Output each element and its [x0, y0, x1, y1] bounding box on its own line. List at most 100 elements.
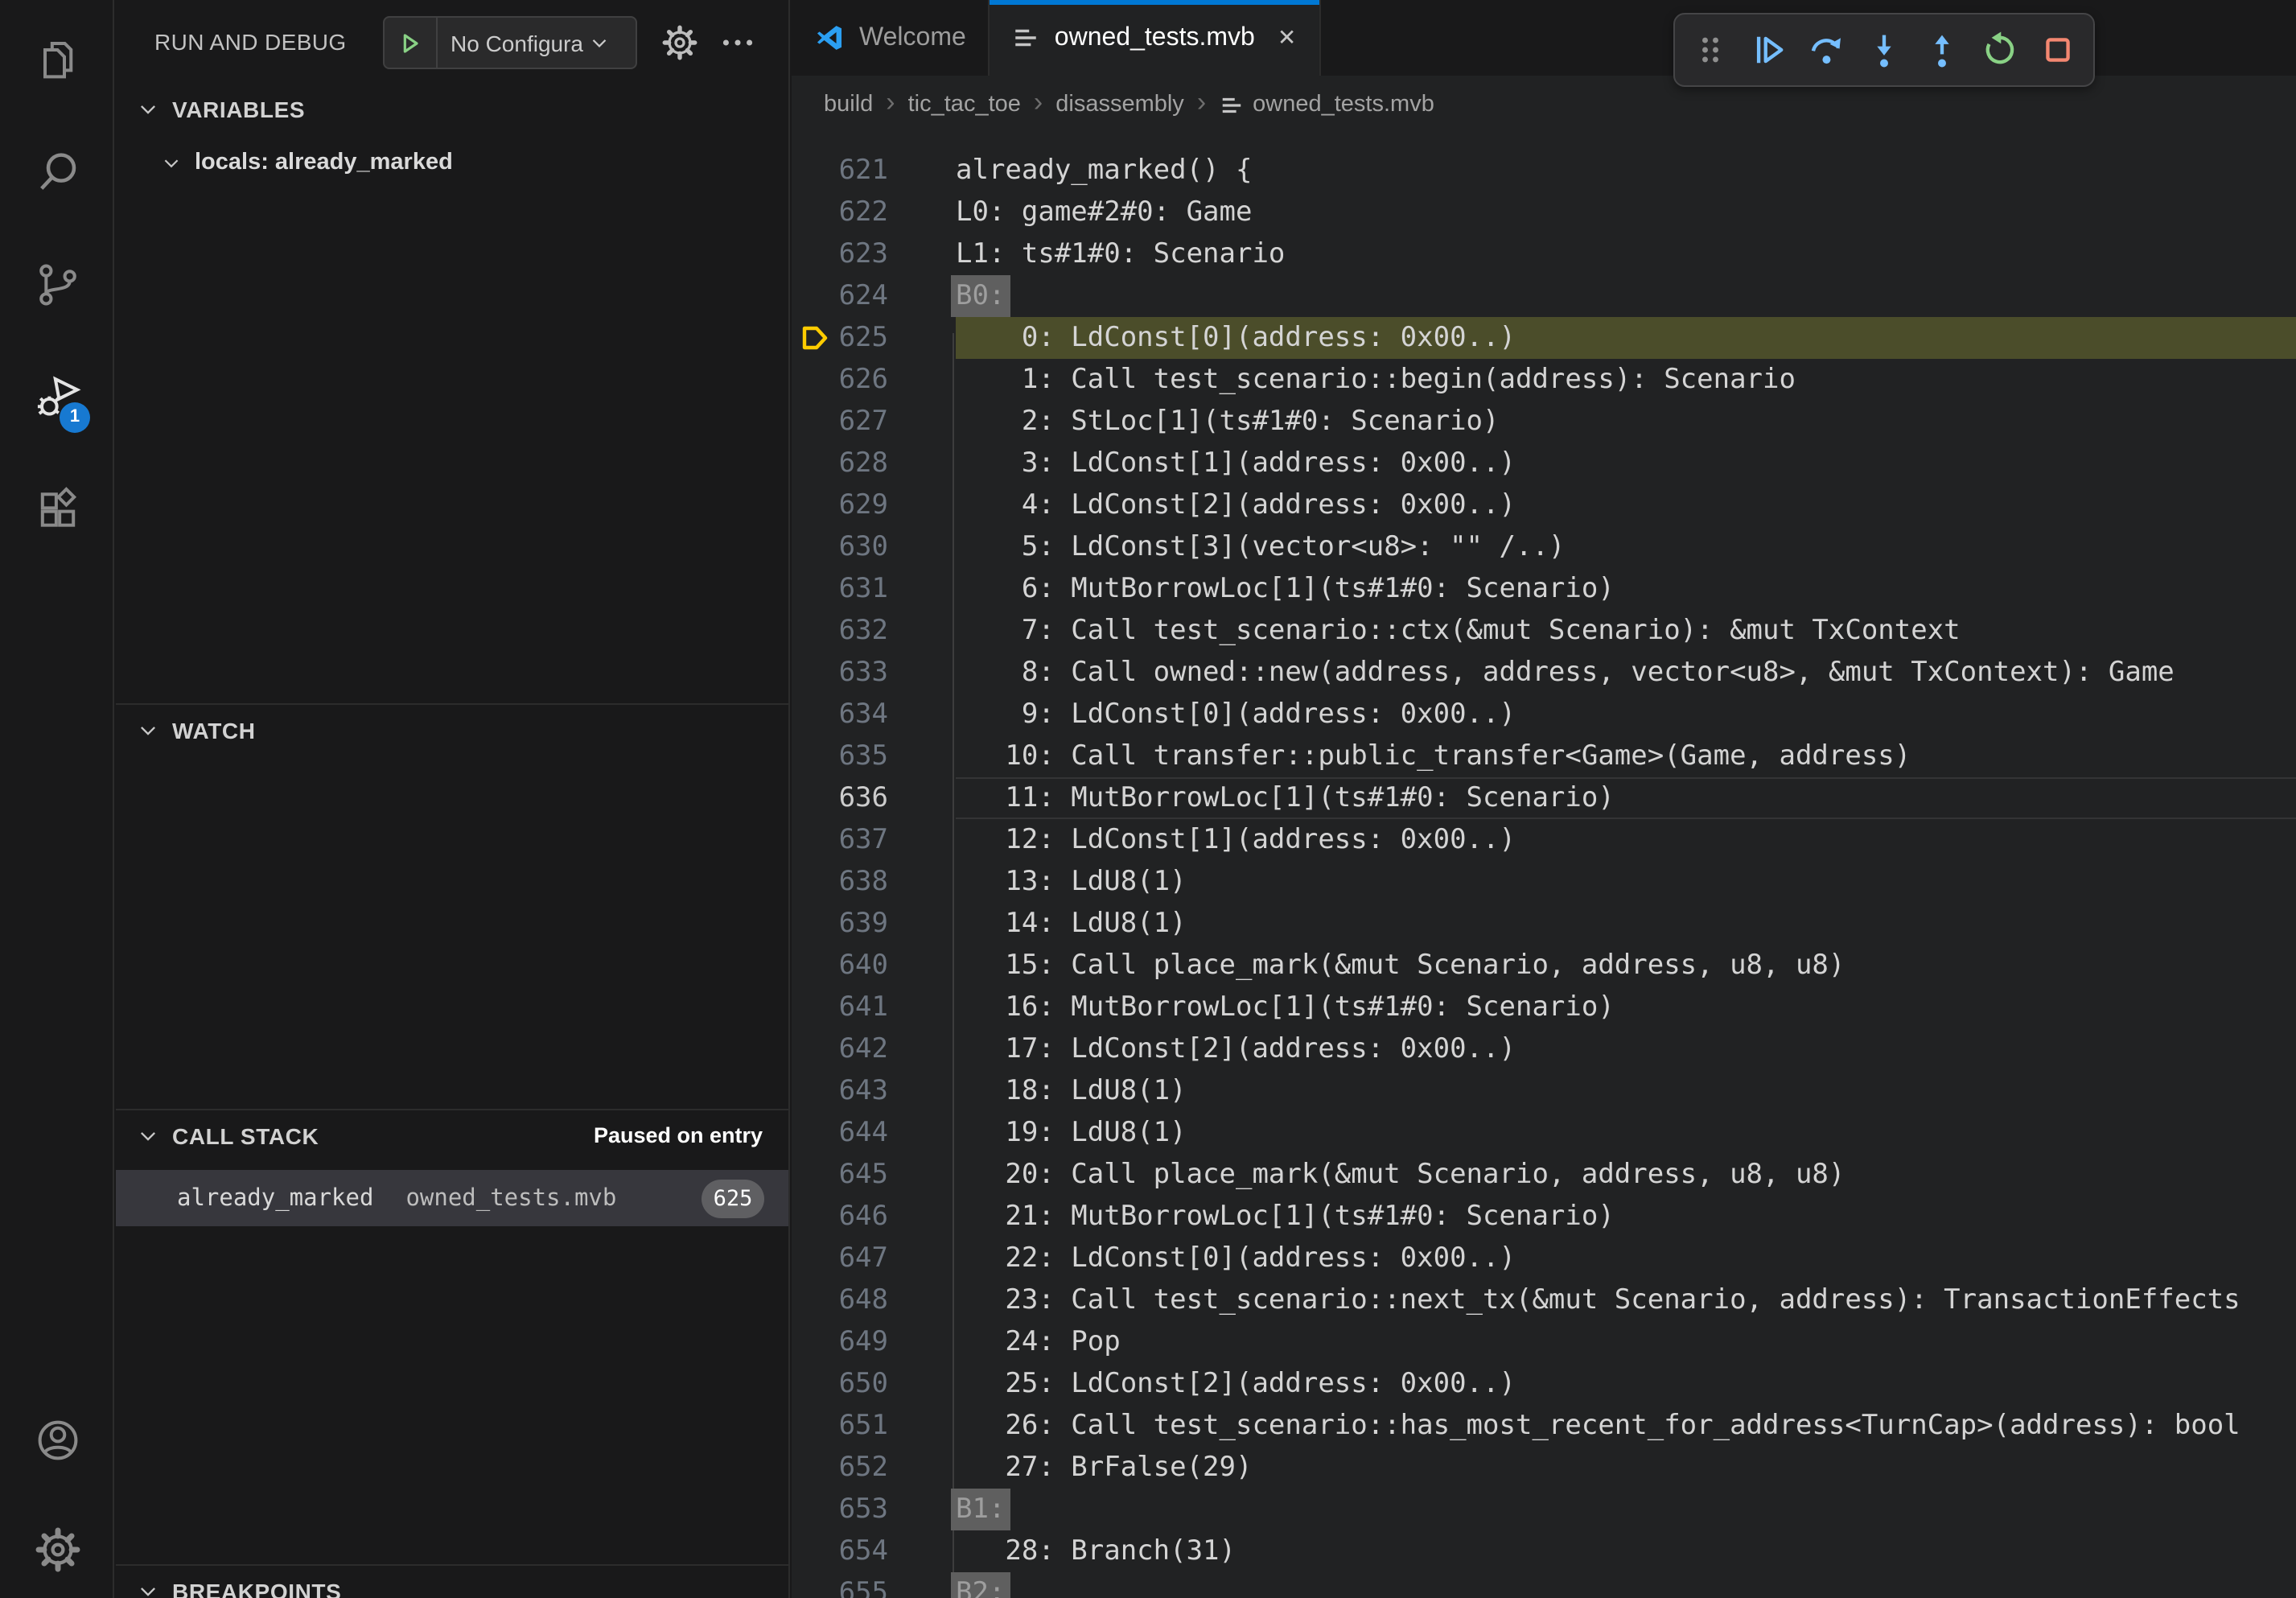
step-into-icon[interactable]: [1863, 29, 1905, 71]
code-line[interactable]: 645 20: Call place_mark(&mut Scenario, a…: [792, 1154, 2296, 1196]
step-out-icon[interactable]: [1921, 29, 1963, 71]
code-gutter[interactable]: 636: [792, 777, 956, 819]
code-line[interactable]: 635 10: Call transfer::public_transfer<G…: [792, 735, 2296, 777]
code-gutter[interactable]: 633: [792, 652, 956, 694]
code-line[interactable]: 626 1: Call test_scenario::begin(address…: [792, 359, 2296, 401]
code-line[interactable]: 638 13: LdU8(1): [792, 861, 2296, 903]
settings-gear-icon[interactable]: [32, 1524, 84, 1575]
code-line[interactable]: 630 5: LdConst[3](vector<u8>: "" /..): [792, 526, 2296, 568]
code-line[interactable]: 641 16: MutBorrowLoc[1](ts#1#0: Scenario…: [792, 986, 2296, 1028]
code-line[interactable]: 655 B2:: [792, 1572, 2296, 1598]
more-actions-icon[interactable]: [718, 23, 758, 63]
code-line[interactable]: 654 28: Branch(31): [792, 1530, 2296, 1572]
code-line[interactable]: 633 8: Call owned::new(address, address,…: [792, 652, 2296, 694]
code-line[interactable]: 627 2: StLoc[1](ts#1#0: Scenario): [792, 401, 2296, 443]
code-gutter[interactable]: 638: [792, 861, 956, 903]
call-stack-frame-row[interactable]: already_marked owned_tests.mvb 625: [116, 1170, 788, 1226]
code-gutter[interactable]: 643: [792, 1070, 956, 1112]
continue-icon[interactable]: [1747, 29, 1789, 71]
code-gutter[interactable]: 627: [792, 401, 956, 443]
code-gutter[interactable]: 623: [792, 233, 956, 275]
stop-icon[interactable]: [2037, 29, 2079, 71]
code-line[interactable]: 642 17: LdConst[2](address: 0x00..): [792, 1028, 2296, 1070]
code-line[interactable]: 631 6: MutBorrowLoc[1](ts#1#0: Scenario): [792, 568, 2296, 610]
code-gutter[interactable]: 653: [792, 1489, 956, 1530]
code-gutter[interactable]: 648: [792, 1279, 956, 1321]
code-gutter[interactable]: 626: [792, 359, 956, 401]
restart-icon[interactable]: [1979, 29, 2021, 71]
account-icon[interactable]: [32, 1415, 84, 1466]
drag-handle-icon[interactable]: [1689, 29, 1731, 71]
code-gutter[interactable]: 647: [792, 1238, 956, 1279]
explorer-icon[interactable]: [32, 34, 84, 85]
code-line[interactable]: 644 19: LdU8(1): [792, 1112, 2296, 1154]
code-line[interactable]: 649 24: Pop: [792, 1321, 2296, 1363]
code-line[interactable]: 637 12: LdConst[1](address: 0x00..): [792, 819, 2296, 861]
extensions-icon[interactable]: [32, 484, 84, 536]
code-gutter[interactable]: 640: [792, 945, 956, 986]
code-gutter[interactable]: 629: [792, 484, 956, 526]
code-line[interactable]: 622 L0: game#2#0: Game: [792, 192, 2296, 233]
code-line[interactable]: 636 11: MutBorrowLoc[1](ts#1#0: Scenario…: [792, 777, 2296, 819]
code-line[interactable]: 650 25: LdConst[2](address: 0x00..): [792, 1363, 2296, 1405]
code-line[interactable]: 648 23: Call test_scenario::next_tx(&mut…: [792, 1279, 2296, 1321]
code-line[interactable]: 623 L1: ts#1#0: Scenario: [792, 233, 2296, 275]
source-control-icon[interactable]: [32, 259, 84, 311]
debug-configuration-dropdown[interactable]: No Configura: [383, 16, 637, 69]
call-stack-section-header[interactable]: CALL STACK Paused on entry: [116, 1109, 788, 1160]
code-line[interactable]: 625 0: LdConst[0](address: 0x00..): [792, 317, 2296, 359]
code-gutter[interactable]: 631: [792, 568, 956, 610]
breakpoints-section-header[interactable]: BREAKPOINTS: [116, 1564, 788, 1598]
breadcrumb-item[interactable]: disassembly: [1055, 92, 1184, 117]
code-line[interactable]: 640 15: Call place_mark(&mut Scenario, a…: [792, 945, 2296, 986]
breadcrumb-item[interactable]: build: [824, 92, 873, 117]
code-gutter[interactable]: 635: [792, 735, 956, 777]
tab-welcome[interactable]: Welcome: [792, 0, 990, 76]
breadcrumb-item[interactable]: owned_tests.mvb: [1253, 92, 1434, 117]
code-gutter[interactable]: 634: [792, 694, 956, 735]
code-line[interactable]: 624 B0:: [792, 275, 2296, 317]
code-gutter[interactable]: 622: [792, 192, 956, 233]
tab-owned-tests[interactable]: owned_tests.mvb ✕: [990, 0, 1321, 76]
code-gutter[interactable]: 639: [792, 903, 956, 945]
code-gutter[interactable]: 625: [792, 317, 956, 359]
code-gutter[interactable]: 646: [792, 1196, 956, 1238]
code-gutter[interactable]: 650: [792, 1363, 956, 1405]
code-gutter[interactable]: 637: [792, 819, 956, 861]
code-gutter[interactable]: 649: [792, 1321, 956, 1363]
code-gutter[interactable]: 621: [792, 150, 956, 192]
code-gutter[interactable]: 644: [792, 1112, 956, 1154]
code-gutter[interactable]: 655: [792, 1572, 956, 1598]
step-over-icon[interactable]: [1805, 29, 1847, 71]
variables-locals-item[interactable]: locals: already_marked: [116, 138, 788, 187]
variables-section-header[interactable]: VARIABLES: [116, 84, 788, 135]
code-gutter[interactable]: 641: [792, 986, 956, 1028]
run-and-debug-icon[interactable]: 1: [32, 372, 84, 423]
close-icon[interactable]: ✕: [1278, 24, 1296, 51]
code-line[interactable]: 634 9: LdConst[0](address: 0x00..): [792, 694, 2296, 735]
debug-settings-gear-icon[interactable]: [660, 23, 700, 63]
watch-section-header[interactable]: WATCH: [116, 703, 788, 755]
start-debug-icon[interactable]: [385, 18, 438, 68]
code-line[interactable]: 621 already_marked() {: [792, 150, 2296, 192]
code-line[interactable]: 629 4: LdConst[2](address: 0x00..): [792, 484, 2296, 526]
code-gutter[interactable]: 630: [792, 526, 956, 568]
code-gutter[interactable]: 652: [792, 1447, 956, 1489]
code-viewport[interactable]: 621 already_marked() { 622 L0: game#2#0:…: [792, 134, 2296, 1598]
code-gutter[interactable]: 645: [792, 1154, 956, 1196]
search-icon[interactable]: [32, 146, 84, 198]
code-line[interactable]: 647 22: LdConst[0](address: 0x00..): [792, 1238, 2296, 1279]
code-line[interactable]: 652 27: BrFalse(29): [792, 1447, 2296, 1489]
code-gutter[interactable]: 624: [792, 275, 956, 317]
code-line[interactable]: 653 B1:: [792, 1489, 2296, 1530]
code-line[interactable]: 628 3: LdConst[1](address: 0x00..): [792, 443, 2296, 484]
code-line[interactable]: 632 7: Call test_scenario::ctx(&mut Scen…: [792, 610, 2296, 652]
code-gutter[interactable]: 642: [792, 1028, 956, 1070]
code-gutter[interactable]: 651: [792, 1405, 956, 1447]
code-gutter[interactable]: 632: [792, 610, 956, 652]
code-line[interactable]: 646 21: MutBorrowLoc[1](ts#1#0: Scenario…: [792, 1196, 2296, 1238]
code-gutter[interactable]: 654: [792, 1530, 956, 1572]
breadcrumb-item[interactable]: tic_tac_toe: [908, 92, 1021, 117]
code-line[interactable]: 643 18: LdU8(1): [792, 1070, 2296, 1112]
code-line[interactable]: 651 26: Call test_scenario::has_most_rec…: [792, 1405, 2296, 1447]
